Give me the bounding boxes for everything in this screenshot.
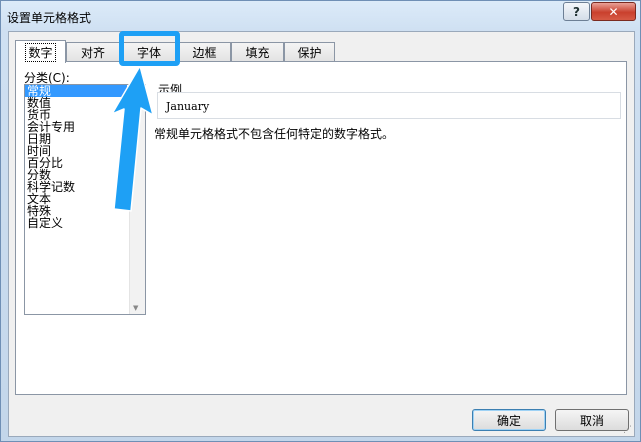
pointer-arrow-icon — [111, 65, 154, 212]
font-tab-highlight-box — [119, 31, 180, 66]
